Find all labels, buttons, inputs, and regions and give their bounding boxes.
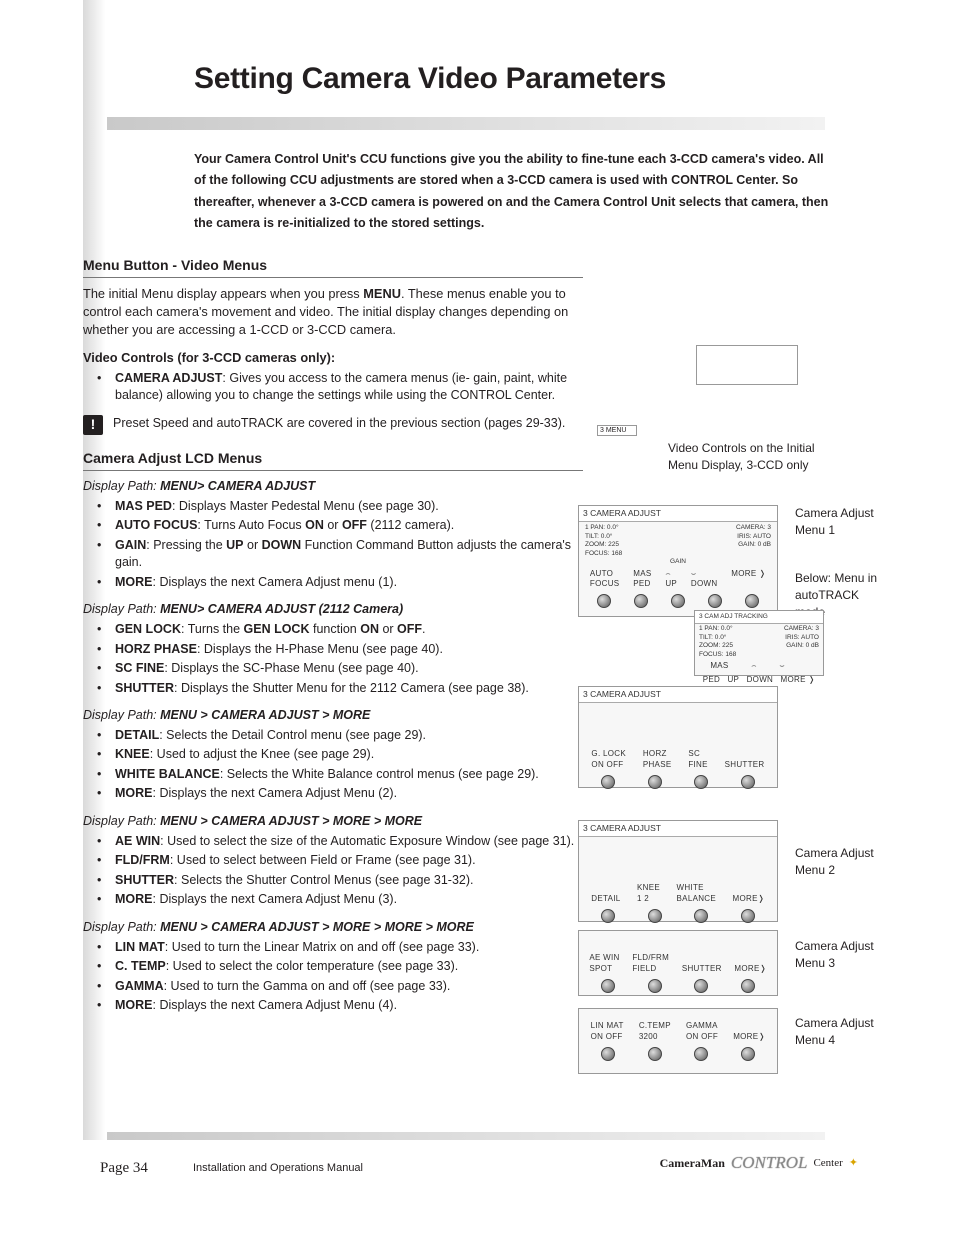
lcd-tab-3menu: 3 MENU: [597, 425, 637, 436]
path-5: Display Path: MENU > CAMERA ADJUST > MOR…: [83, 919, 583, 936]
lcd1-iris: IRIS: AUTO: [678, 533, 771, 541]
list-path5: LIN MAT: Used to turn the Linear Matrix …: [83, 939, 583, 1015]
caption-menu3: Camera Adjust Menu 3: [795, 938, 885, 972]
list-path1: MAS PED: Displays Master Pedestal Menu (…: [83, 498, 583, 592]
lcd-tracking: 3 CAM ADJ TRACKING 1 PAN: 0.0° TILT: 0.0…: [694, 610, 824, 676]
lcd1-tilt: TILT: 0.0°: [585, 533, 678, 541]
lcd1-gaindb: GAIN: 0 dB: [678, 541, 771, 549]
page-title: Setting Camera Video Parameters: [194, 59, 666, 100]
lcd1-gain-label: GAIN: [579, 558, 777, 566]
logo-control: CONTROL: [731, 1152, 808, 1175]
caption-menu1: Camera Adjust Menu 1: [795, 505, 885, 539]
item-knee: KNEE: Used to adjust the Knee (see page …: [115, 746, 583, 764]
page-number: Page 34: [100, 1158, 148, 1178]
lcd-menu-1: 3 CAMERA ADJUST 1 PAN: 0.0° TILT: 0.0° Z…: [578, 505, 778, 617]
path-1: Display Path: MENU> CAMERA ADJUST: [83, 478, 583, 495]
para-menu-intro: The initial Menu display appears when yo…: [83, 285, 583, 339]
lcd3-header: 3 CAMERA ADJUST: [579, 821, 777, 837]
item-mas-ped: MAS PED: Displays Master Pedestal Menu (…: [115, 498, 583, 516]
lcd1-header: 3 CAMERA ADJUST: [579, 506, 777, 522]
spark-icon: ✦: [849, 1156, 858, 1171]
alert-icon: !: [83, 415, 103, 435]
item-horz-phase: HORZ PHASE: Displays the H-Phase Menu (s…: [115, 641, 583, 659]
item-c-temp: C. TEMP: Used to select the color temper…: [115, 958, 583, 976]
lcd-menu-aewin: AE WINSPOT FLD/FRMFIELD SHUTTER MORE❭: [578, 930, 778, 996]
item-fld-frm: FLD/FRM: Used to select between Field or…: [115, 852, 583, 870]
item-sc-fine: SC FINE: Displays the SC-Phase Menu (see…: [115, 660, 583, 678]
list-camera-adjust: CAMERA ADJUST: Gives you access to the c…: [83, 370, 583, 405]
item-gamma: GAMMA: Used to turn the Gamma on and off…: [115, 978, 583, 996]
item-camera-adjust: CAMERA ADJUST: Gives you access to the c…: [115, 370, 583, 405]
lcd1-pan: 1 PAN: 0.0°: [585, 524, 678, 532]
note-row: ! Preset Speed and autoTRACK are covered…: [83, 415, 583, 435]
lcd-menu-detail: 3 CAMERA ADJUST DETAIL KNEE1 2 WHITEBALA…: [578, 820, 778, 922]
list-path3: DETAIL: Selects the Detail Control menu …: [83, 727, 583, 803]
lcd1-focus: FOCUS: 168: [585, 550, 678, 558]
list-path4: AE WIN: Used to select the size of the A…: [83, 833, 583, 909]
lcd1-camera: CAMERA: 3: [678, 524, 771, 532]
item-shutter-2112: SHUTTER: Displays the Shutter Menu for t…: [115, 680, 583, 698]
logo-cameraman: CameraMan: [660, 1155, 725, 1171]
lcd1-zoom: ZOOM: 225: [585, 541, 678, 549]
path-4: Display Path: MENU > CAMERA ADJUST > MOR…: [83, 813, 583, 830]
caption-menu4: Camera Adjust Menu 4: [795, 1015, 885, 1049]
note-text: Preset Speed and autoTRACK are covered i…: [113, 415, 565, 432]
item-auto-focus: AUTO FOCUS: Turns Auto Focus ON or OFF (…: [115, 517, 583, 535]
list-path2: GEN LOCK: Turns the GEN LOCK function ON…: [83, 621, 583, 697]
lcdt-header: 3 CAM ADJ TRACKING: [695, 611, 823, 624]
item-more2: MORE: Displays the next Camera Adjust Me…: [115, 785, 583, 803]
logo-center: Center: [813, 1156, 842, 1171]
item-detail: DETAIL: Selects the Detail Control menu …: [115, 727, 583, 745]
footer-manual: Installation and Operations Manual: [193, 1161, 363, 1176]
heading-lcd-menus: Camera Adjust LCD Menus: [83, 449, 583, 471]
main-content: Menu Button - Video Menus The initial Me…: [83, 256, 583, 1025]
item-white-balance: WHITE BALANCE: Selects the White Balance…: [115, 766, 583, 784]
footer-bar: [107, 1132, 825, 1140]
lcd-initial-blank: [696, 345, 798, 385]
caption-initial: Video Controls on the Initial Menu Displ…: [668, 440, 828, 474]
title-underline-bar: [107, 117, 825, 130]
lcd-menu-linmat: LIN MATON OFF C.TEMP3200 GAMMAON OFF MOR…: [578, 1008, 778, 1074]
item-lin-mat: LIN MAT: Used to turn the Linear Matrix …: [115, 939, 583, 957]
lcd2-header: 3 CAMERA ADJUST: [579, 687, 777, 703]
item-gain: GAIN: Pressing the UP or DOWN Function C…: [115, 537, 583, 572]
lcd-menu-glock: 3 CAMERA ADJUST G. LOCKON OFF HORZPHASE …: [578, 686, 778, 788]
item-more3: MORE: Displays the next Camera Adjust Me…: [115, 891, 583, 909]
item-more4: MORE: Displays the next Camera Adjust Me…: [115, 997, 583, 1015]
footer-logo: CameraMan CONTROL Center ✦: [660, 1152, 858, 1175]
item-ae-win: AE WIN: Used to select the size of the A…: [115, 833, 583, 851]
item-shutter: SHUTTER: Selects the Shutter Control Men…: [115, 872, 583, 890]
heading-menu-button: Menu Button - Video Menus: [83, 256, 583, 278]
item-more1: MORE: Displays the next Camera Adjust me…: [115, 574, 583, 592]
sub-video-controls: Video Controls (for 3-CCD cameras only):: [83, 349, 583, 366]
path-3: Display Path: MENU > CAMERA ADJUST > MOR…: [83, 707, 583, 724]
item-gen-lock: GEN LOCK: Turns the GEN LOCK function ON…: [115, 621, 583, 639]
path-2: Display Path: MENU> CAMERA ADJUST (2112 …: [83, 601, 583, 618]
caption-menu2: Camera Adjust Menu 2: [795, 845, 885, 879]
intro-paragraph: Your Camera Control Unit's CCU functions…: [194, 149, 838, 234]
